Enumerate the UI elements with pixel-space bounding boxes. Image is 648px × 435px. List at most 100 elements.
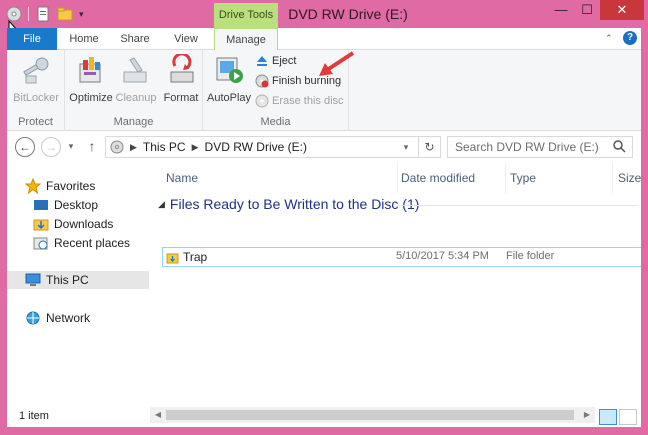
autoplay-button[interactable]: AutoPlay [207,54,251,104]
minimize-button[interactable]: — [548,0,574,20]
nav-favorites-label: Favorites [46,179,96,193]
tab-share[interactable]: Share [115,28,155,50]
nav-downloads[interactable]: Downloads [33,215,113,233]
group-protect-label: Protect [18,116,53,128]
bitlocker-key-icon [23,57,49,84]
format-icon [170,52,194,83]
eject-label: Eject [272,55,297,67]
file-name: Trap [183,250,208,264]
breadcrumb-chevron-icon: ▶ [191,141,199,152]
window-title: DVD RW Drive (E:) [288,6,408,22]
status-bar: 1 item [7,407,150,427]
collapse-group-icon[interactable]: ◢ [158,199,165,210]
collapse-ribbon-icon[interactable]: ⌃ [605,33,615,43]
search-input[interactable]: Search DVD RW Drive (E:) [447,136,633,158]
refresh-icon[interactable]: ↻ [418,137,440,157]
group-manage-label: Manage [113,116,154,128]
column-date-modified[interactable]: Date modified [401,171,475,185]
group-media-label: Media [260,116,291,128]
address-bar[interactable]: ▶ This PC ▶ DVD RW Drive (E:) ▾ ↻ [105,136,441,158]
view-toggle-buttons [595,407,641,427]
explorer-window: ▾ Drive Tools DVD RW Drive (E:) — ☐ ✕ Fi… [0,0,648,435]
large-icons-view-icon[interactable] [619,409,637,425]
bitlocker-label: BitLocker [13,92,59,104]
eject-button[interactable]: Eject [255,54,296,68]
nav-network[interactable]: Network [25,309,90,327]
help-icon[interactable]: ? [623,31,637,45]
autoplay-icon [216,57,243,83]
nav-desktop[interactable]: Desktop [33,196,98,214]
group-manage: Optimize Cleanup Format Manage [65,50,203,131]
search-icon [613,140,626,153]
group-header-label: Files Ready to Be Written to the Disc (1… [169,196,420,212]
tab-manage[interactable]: Manage [214,28,278,51]
nav-downloads-label: Downloads [54,217,114,231]
up-button[interactable]: ↑ [85,137,99,157]
nav-recent-places[interactable]: Recent places [33,234,130,252]
details-view-icon[interactable] [599,409,617,425]
address-dropdown-icon[interactable]: ▾ [398,137,414,157]
annotation-arrow-icon [319,51,355,76]
erase-disc-label: Erase this disc [272,95,344,107]
window-content: File Home Share View Manage ⌃ ? BitLocke… [7,28,641,427]
breadcrumb-chevron-icon: ▶ [130,141,137,152]
tab-file[interactable]: File [7,28,57,50]
recent-places-icon [33,237,48,250]
breadcrumb-drive[interactable]: DVD RW Drive (E:) [205,140,307,154]
burn-folder-icon [166,253,179,264]
maximize-button[interactable]: ☐ [574,0,600,20]
erase-disc-button[interactable]: Erase this disc [255,94,344,108]
ribbon-tabs: File Home Share View Manage ⌃ ? [7,28,641,51]
optimize-button[interactable]: Optimize [69,54,113,104]
file-date: 5/10/2017 5:34 PM [396,250,489,262]
format-button[interactable]: Format [161,52,201,104]
file-row[interactable]: Trap 5/10/2017 5:34 PM File folder [162,247,641,267]
optimize-label: Optimize [69,92,113,104]
horizontal-scrollbar[interactable]: ◀ ▶ [150,407,641,423]
breadcrumb-this-pc[interactable]: This PC [143,140,186,154]
search-placeholder: Search DVD RW Drive (E:) [455,140,599,154]
tab-view[interactable]: View [167,28,205,50]
group-header[interactable]: ◢ Files Ready to Be Written to the Disc … [158,196,419,212]
group-header-divider [398,205,638,206]
nav-this-pc[interactable]: This PC [7,271,149,289]
network-icon [26,311,40,325]
item-count: 1 item [19,410,49,422]
nav-network-label: Network [46,311,91,325]
cleanup-button[interactable]: Cleanup [113,54,159,104]
cleanup-label: Cleanup [115,92,157,104]
scroll-right-icon[interactable]: ▶ [579,407,595,423]
downloads-folder-icon [33,219,49,231]
column-separator[interactable] [612,163,613,193]
group-protect: BitLocker Protect [7,50,65,131]
column-separator[interactable] [397,163,398,193]
address-row: ← → ▾ ↑ ▶ This PC ▶ DVD RW Drive (E:) ▾ … [7,131,641,163]
disc-location-icon [110,140,124,154]
recent-locations-icon[interactable]: ▾ [65,137,77,157]
format-label: Format [163,92,199,104]
close-button[interactable]: ✕ [600,0,644,20]
optimize-icon [79,57,101,83]
eject-icon [257,56,267,66]
cleanup-icon [123,57,147,83]
column-name[interactable]: Name [166,171,198,185]
computer-icon [25,273,41,286]
scroll-left-icon[interactable]: ◀ [150,407,166,423]
navigation-pane: Favorites Desktop Downloads Recent place… [7,163,149,407]
erase-disc-icon [255,94,269,108]
nav-recent-places-label: Recent places [54,236,131,250]
column-size[interactable]: Size [618,171,641,185]
star-icon [25,178,41,194]
title-bar: ▾ Drive Tools DVD RW Drive (E:) — ☐ ✕ [0,0,648,28]
nav-this-pc-label: This PC [46,273,89,287]
forward-button[interactable]: → [41,137,61,157]
tab-home[interactable]: Home [61,28,107,50]
autoplay-label: AutoPlay [207,92,252,104]
nav-desktop-label: Desktop [54,198,99,212]
column-type[interactable]: Type [510,171,536,185]
back-button[interactable]: ← [15,137,35,157]
bitlocker-button[interactable]: BitLocker [13,54,59,104]
column-separator[interactable] [505,163,506,193]
scrollbar-thumb[interactable] [166,410,574,420]
nav-favorites[interactable]: Favorites [25,177,95,195]
